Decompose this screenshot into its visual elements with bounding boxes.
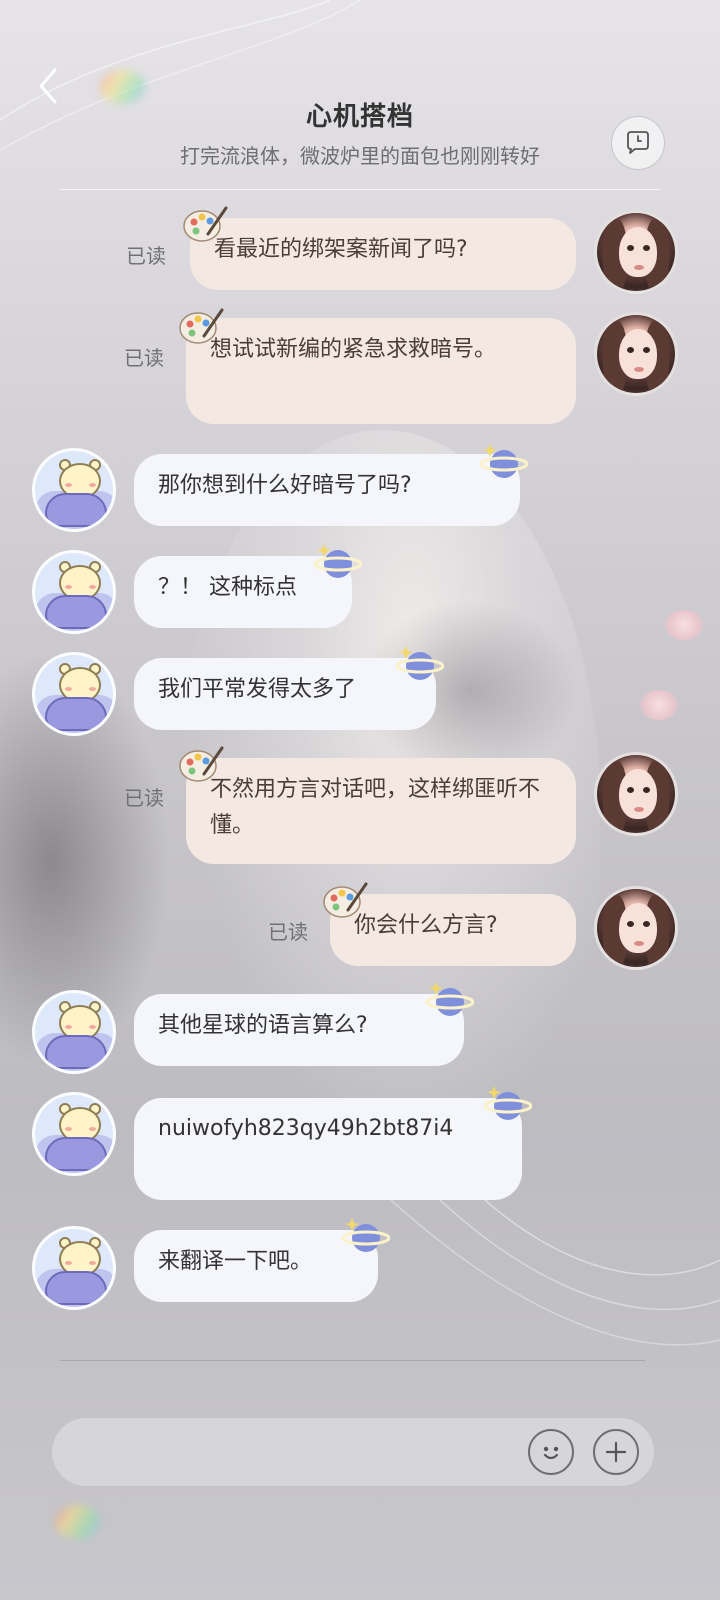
avatar-other[interactable] — [32, 652, 116, 736]
message-bubble-sent[interactable]: 看最近的绑架案新闻了吗? — [190, 218, 576, 290]
message-bubble-received[interactable]: 我们平常发得太多了 — [134, 658, 436, 730]
light-flare — [55, 1505, 101, 1539]
add-button[interactable] — [593, 1429, 639, 1475]
chat-header: 心机搭档 打完流浪体，微波炉里的面包也刚刚转好 — [0, 0, 720, 190]
avatar-me[interactable] — [594, 210, 678, 294]
read-status: 已读 — [124, 346, 164, 370]
avatar-me[interactable] — [594, 752, 678, 836]
read-status: 已读 — [126, 244, 166, 268]
planet-icon — [483, 1086, 532, 1120]
chat-history-button[interactable] — [611, 116, 665, 170]
flower-decoration — [640, 690, 678, 720]
message-bubble-received[interactable]: 那你想到什么好暗号了吗? — [134, 454, 520, 526]
palette-icon — [179, 746, 224, 782]
smiley-face-icon — [543, 1446, 559, 1460]
message-bubble-sent[interactable]: 不然用方言对话吧，这样绑匪听不懂。 — [186, 758, 576, 864]
avatar-me[interactable] — [594, 312, 678, 396]
palette-icon — [183, 206, 228, 242]
message-input[interactable] — [72, 1418, 516, 1488]
read-status: 已读 — [124, 786, 164, 810]
message-bubble-received[interactable]: nuiwofyh823qy49h2bt87i4 — [134, 1098, 522, 1200]
message-input-bar — [52, 1418, 654, 1488]
avatar-other[interactable] — [32, 1226, 116, 1310]
planet-icon — [425, 982, 474, 1016]
chat-title: 心机搭档 — [305, 102, 414, 132]
avatar-other[interactable] — [32, 990, 116, 1074]
avatar-other[interactable] — [32, 448, 116, 532]
palette-icon — [179, 308, 224, 344]
plus-icon — [605, 1441, 627, 1463]
avatar-other[interactable] — [32, 1092, 116, 1176]
avatar-me[interactable] — [594, 886, 678, 970]
input-divider — [60, 1360, 645, 1361]
planet-icon — [313, 544, 362, 578]
read-status: 已读 — [268, 920, 308, 944]
planet-icon — [479, 444, 528, 478]
planet-icon — [395, 646, 444, 680]
palette-icon — [323, 882, 368, 918]
chat-bubble-clock-icon — [627, 131, 649, 154]
header-divider — [60, 189, 660, 190]
avatar-other[interactable] — [32, 550, 116, 634]
planet-icon — [341, 1218, 390, 1252]
message-bubble-received[interactable]: 其他星球的语言算么? — [134, 994, 464, 1066]
message-bubble-sent[interactable]: 想试试新编的紧急求救暗号。 — [186, 318, 576, 424]
emoji-button[interactable] — [528, 1429, 574, 1475]
flower-decoration — [665, 610, 703, 640]
